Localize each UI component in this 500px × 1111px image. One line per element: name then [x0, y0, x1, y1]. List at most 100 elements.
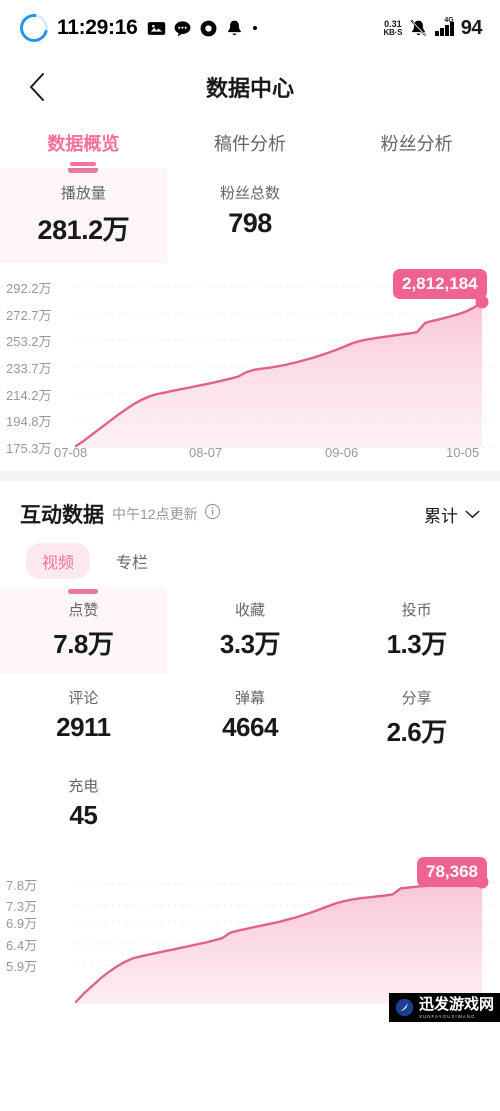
metric-likes[interactable]: 点赞 7.8万: [0, 587, 167, 675]
x-tick-label: 08-07: [189, 445, 223, 460]
interaction-section: 互动数据 中午12点更新 累计 视频 专栏 点赞 7.8万 收藏 3.3万 投币…: [0, 481, 500, 1030]
tab-label: 粉丝分析: [380, 134, 453, 154]
section-divider: [0, 471, 500, 481]
overview-stat-spacer: [333, 168, 500, 263]
status-bar-notification-icons: [147, 19, 257, 38]
info-circle-icon[interactable]: [204, 503, 221, 525]
range-label: 累计: [424, 506, 458, 526]
range-selector[interactable]: 累计: [424, 502, 480, 527]
pill-label: 专栏: [116, 555, 149, 572]
interaction-header: 互动数据 中午12点更新 累计: [0, 481, 500, 529]
network-type-label: 4G: [444, 16, 454, 24]
overview-stat-plays[interactable]: 播放量 281.2万: [0, 168, 167, 263]
stat-label: 粉丝总数: [220, 185, 281, 202]
plays-tooltip: 2,812,184: [393, 269, 487, 299]
metric-label: 弹幕: [234, 690, 265, 707]
y-tick-label: 6.4万: [6, 937, 38, 953]
record-icon: [200, 20, 216, 36]
overview-stat-followers[interactable]: 粉丝总数 798: [167, 168, 334, 263]
metric-value: 7.8万: [53, 629, 114, 659]
interaction-subtitle: 中午12点更新: [112, 506, 198, 522]
metric-label: 收藏: [234, 602, 265, 619]
pill-column[interactable]: 专栏: [100, 543, 164, 579]
network-speed-indicator: 0.31 KB·S: [383, 19, 403, 37]
metric-charge[interactable]: 充电 45: [0, 763, 167, 845]
metric-value: 2.6万: [386, 717, 448, 747]
chat-bubble-icon: [174, 20, 190, 36]
signal-bars-icon: 4G: [435, 17, 454, 36]
y-tick-label: 7.3万: [6, 899, 38, 915]
metric-label: 点赞: [68, 602, 99, 619]
y-tick-label: 233.7万: [6, 361, 52, 377]
metric-shares[interactable]: 分享 2.6万: [333, 675, 500, 763]
site-watermark: 迅发游戏网 XUNFAYOUXIWANG: [388, 993, 500, 1022]
status-bar-clock: 11:29:16: [57, 16, 138, 39]
content-type-pills: 视频 专栏: [0, 529, 500, 579]
y-tick-label: 5.9万: [6, 959, 38, 975]
likes-area-fill: [76, 882, 482, 1004]
watermark-subtext: XUNFAYOUXIWANG: [418, 1014, 476, 1019]
pill-video[interactable]: 视频: [26, 543, 91, 579]
metric-danmaku[interactable]: 弹幕 4664: [167, 675, 334, 763]
dot-icon: [252, 26, 257, 30]
x-tick-label: 09-06: [325, 445, 359, 460]
tab-label: 稿件分析: [214, 134, 286, 154]
pill-label: 视频: [42, 555, 75, 572]
metric-value: 45: [69, 800, 98, 830]
tab-fan-analysis[interactable]: 粉丝分析: [333, 118, 500, 168]
metric-label: 分享: [401, 690, 432, 707]
chevron-down-icon: [465, 510, 480, 518]
metric-value: 3.3万: [219, 629, 281, 659]
mute-bell-icon: [410, 19, 427, 37]
y-tick-label: 292.2万: [6, 281, 52, 296]
info-circle-glyph: [204, 503, 220, 520]
status-bar-right: 0.31 KB·S 4G 94: [383, 17, 482, 40]
likes-chart[interactable]: 7.8万 7.3万 6.9万 6.4万 5.9万 78,368 迅发游戏网 XUNFAY…: [0, 845, 500, 1030]
interaction-metrics-grid: 点赞 7.8万 收藏 3.3万 投币 1.3万 评论 2911 弹幕 4664 …: [0, 579, 500, 845]
metric-value: 4664: [222, 712, 278, 742]
y-tick-label: 194.8万: [6, 414, 52, 430]
tab-submission-analysis[interactable]: 稿件分析: [167, 118, 334, 168]
metric-favorites[interactable]: 收藏 3.3万: [167, 587, 334, 675]
x-tick-label: 07-08: [54, 445, 88, 460]
likes-tooltip: 78,368: [417, 857, 487, 887]
plays-chart[interactable]: 292.2万 272.7万 253.2万 233.7万 214.2万 194.8万 175.…: [0, 263, 500, 463]
network-speed-unit: KB·S: [383, 27, 403, 37]
metric-label: 投币: [401, 602, 432, 619]
x-tick-label: 10-05: [446, 445, 480, 460]
battery-level: 94: [460, 16, 483, 39]
watermark-text-block: 迅发游戏网 XUNFAYOUXIWANG: [419, 996, 494, 1019]
metric-label: 评论: [68, 690, 99, 707]
interaction-title: 互动数据: [20, 504, 104, 527]
tab-bar: 数据概览 稿件分析 粉丝分析: [0, 118, 500, 168]
metric-label: 充电: [68, 778, 99, 795]
y-tick-label: 6.9万: [6, 916, 38, 932]
bell-icon: [227, 20, 241, 35]
metric-coins[interactable]: 投币 1.3万: [333, 587, 500, 675]
status-bar-left: 11:29:16: [14, 8, 257, 48]
stat-label: 播放量: [60, 185, 106, 202]
tab-data-overview[interactable]: 数据概览: [0, 118, 167, 168]
stat-value: 281.2万: [37, 215, 130, 245]
metric-comments[interactable]: 评论 2911: [0, 675, 167, 763]
y-tick-label: 253.2万: [6, 334, 52, 350]
image-icon: [147, 21, 165, 35]
status-bar: 11:29:16 0.31 KB·S 4G 94: [0, 0, 500, 56]
plays-area-fill: [76, 302, 482, 447]
y-tick-label: 214.2万: [6, 387, 52, 403]
watermark-text: 迅发游戏网: [418, 996, 494, 1013]
metric-value: 1.3万: [386, 629, 448, 659]
y-tick-label: 175.3万: [6, 441, 52, 456]
tab-label: 数据概览: [47, 134, 120, 154]
watermark-logo-icon: [395, 998, 414, 1017]
metric-value: 2911: [56, 712, 111, 742]
nav-bar: 数据中心: [0, 56, 500, 118]
chevron-left-icon: [30, 73, 44, 101]
page-title: 数据中心: [205, 76, 294, 101]
back-button[interactable]: [20, 70, 54, 104]
y-tick-label: 272.7万: [6, 307, 52, 323]
overview-stat-row: 播放量 281.2万 粉丝总数 798: [0, 168, 500, 263]
loading-ring-icon: [14, 8, 54, 48]
overview-section: 播放量 281.2万 粉丝总数 798 292.2万 272.7万 253.2万 23…: [0, 168, 500, 471]
y-tick-label: 7.8万: [6, 877, 38, 893]
